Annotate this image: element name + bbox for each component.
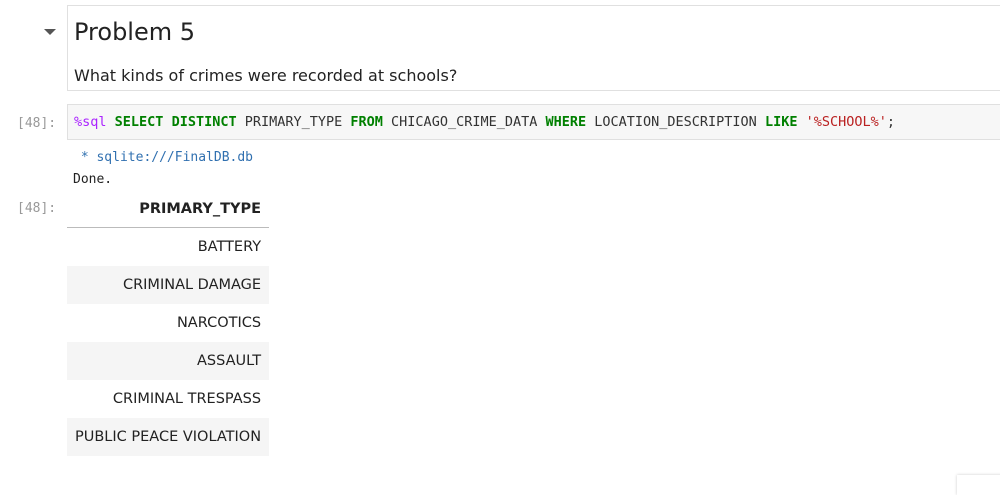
collapse-caret-icon[interactable] (44, 29, 56, 35)
code-token: '%SCHOOL%' (805, 114, 887, 130)
output-prompt: [48]: (17, 201, 57, 216)
code-token: PRIMARY_TYPE (236, 114, 351, 130)
table-row: BATTERY (67, 228, 269, 267)
code-cell-editor[interactable]: %sql SELECT DISTINCT PRIMARY_TYPE FROM C… (67, 104, 1000, 140)
code-token: SELECT (114, 114, 164, 130)
table-row: NARCOTICS (67, 304, 269, 342)
cell-text: What kinds of crimes were recorded at sc… (74, 66, 458, 85)
table-cell: PUBLIC PEACE VIOLATION (67, 418, 270, 456)
connection-string: * sqlite:///FinalDB.db (73, 150, 254, 165)
table-cell: ASSAULT (67, 342, 270, 380)
table-row: CRIMINAL DAMAGE (67, 266, 270, 304)
floating-panel (957, 475, 1000, 495)
table-row: PUBLIC PEACE VIOLATION (67, 418, 270, 456)
table-cell: CRIMINAL DAMAGE (67, 266, 270, 304)
code-token: WHERE (545, 114, 587, 130)
table-cell: NARCOTICS (176, 315, 262, 331)
cell-heading: Problem 5 (74, 18, 196, 46)
table-cell: BATTERY (197, 239, 262, 255)
sql-magic: %sql (74, 114, 107, 130)
result-table-wrap: PRIMARY_TYPE BATTERY CRIMINAL DAMAGE NARCO… (67, 191, 270, 456)
code-token: ; (886, 114, 896, 130)
code-token: LIKE (764, 114, 798, 130)
input-prompt: [48]: (17, 116, 57, 131)
code-token: FROM (350, 114, 383, 130)
column-header: PRIMARY_TYPE (67, 191, 270, 228)
code-token: DISTINCT (171, 114, 237, 130)
table-row: CRIMINAL TRESPASS (67, 380, 269, 418)
code-token: CHICAGO_CRIME_DATA (382, 114, 546, 130)
table-cell: CRIMINAL TRESPASS (112, 391, 262, 407)
table-row: ASSAULT (67, 342, 270, 380)
code-token: LOCATION_DESCRIPTION (586, 114, 765, 130)
result-table: PRIMARY_TYPE BATTERY CRIMINAL DAMAGE NARCO… (67, 191, 270, 456)
status-text: Done. (73, 172, 113, 187)
